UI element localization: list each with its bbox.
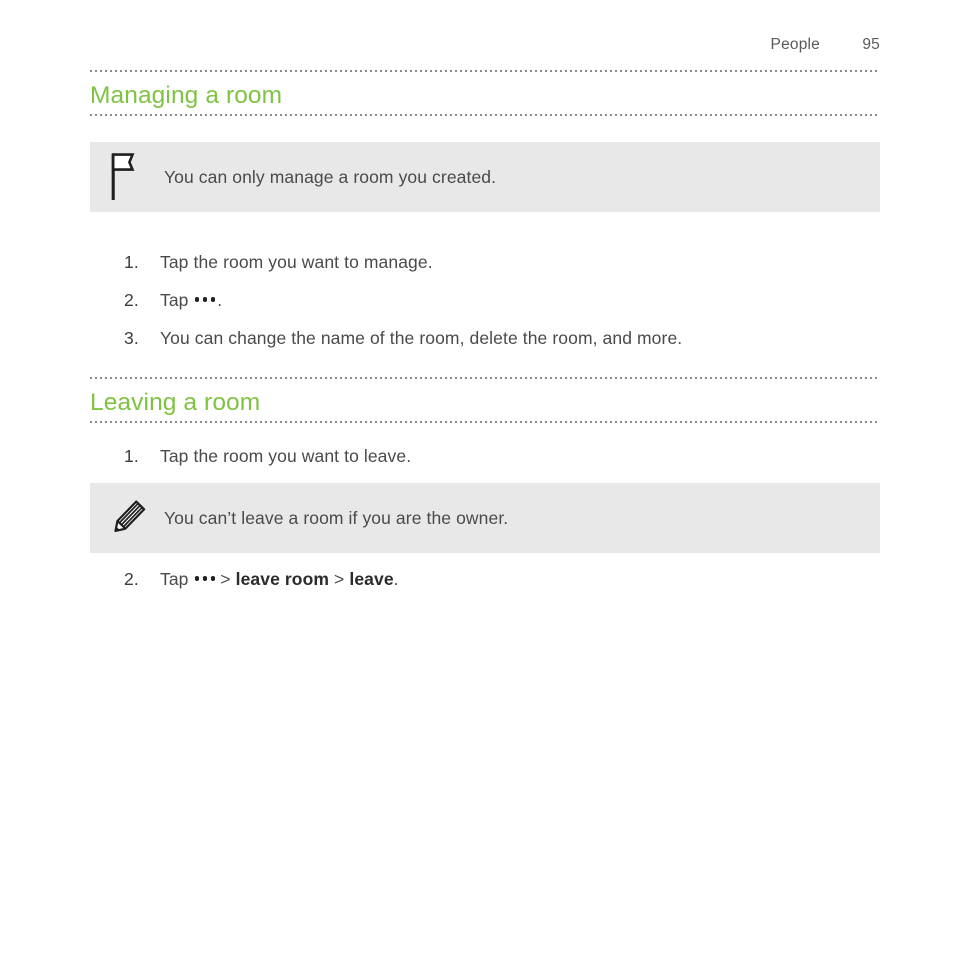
running-header: People 95 <box>90 36 880 54</box>
step-text: Tap the room you want to leave. <box>160 446 412 466</box>
note-box-flag: You can only manage a room you created. <box>90 142 880 212</box>
step-number: 2. <box>124 569 139 589</box>
step-number: 1. <box>124 252 139 272</box>
note-text-pencil: You can’t leave a room if you are the ow… <box>164 507 509 528</box>
step-text-prefix: Tap <box>160 569 189 589</box>
list-item-step-2-1: 1. Tap the room you want to leave. <box>124 446 411 467</box>
step-text-prefix: Tap <box>160 290 189 310</box>
header-section-title: People <box>770 36 820 53</box>
step-number: 3. <box>124 328 139 348</box>
step-text: Tap > leave room > leave . <box>160 569 399 590</box>
step-number: 2. <box>124 290 139 310</box>
more-options-dots-icon <box>194 297 216 302</box>
list-item-step-1-2: 2. Tap . <box>124 290 222 311</box>
ui-label-leave-room: leave room <box>235 569 330 589</box>
list-item-step-2-2: 2. Tap > leave room > leave . <box>124 569 399 590</box>
step-text-suffix: . <box>217 290 223 310</box>
document-page: People 95 Managing a room You can only m… <box>0 0 954 954</box>
path-separator-2: > <box>334 569 345 589</box>
divider-rule-top <box>90 70 880 72</box>
list-item-step-1-3: 3. You can change the name of the room, … <box>124 328 682 349</box>
note-box-pencil: You can’t leave a room if you are the ow… <box>90 483 880 553</box>
section-heading-managing-a-room: Managing a room <box>90 82 283 109</box>
ui-label-leave: leave <box>349 569 394 589</box>
section-heading-leaving-a-room: Leaving a room <box>90 389 261 416</box>
page-number: 95 <box>862 36 880 53</box>
list-item-step-1-1: 1. Tap the room you want to manage. <box>124 252 433 273</box>
step-text: Tap . <box>160 290 222 311</box>
step-text-suffix: . <box>393 569 399 589</box>
flag-icon <box>108 151 164 203</box>
more-options-dots-icon <box>194 576 216 581</box>
pencil-icon <box>108 496 164 540</box>
step-text: Tap the room you want to manage. <box>160 252 433 272</box>
note-text-flag: You can only manage a room you created. <box>164 166 497 187</box>
divider-rule-under-heading-1 <box>90 114 880 116</box>
step-number: 1. <box>124 446 139 466</box>
path-separator-1: > <box>220 569 231 589</box>
step-text: You can change the name of the room, del… <box>160 328 683 348</box>
divider-rule-above-heading-2 <box>90 377 880 379</box>
divider-rule-under-heading-2 <box>90 421 880 423</box>
